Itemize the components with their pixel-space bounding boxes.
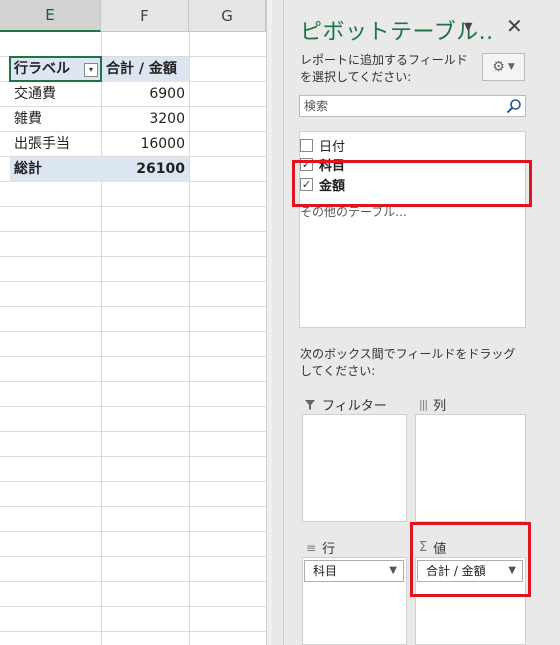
highlight-annotation-rect <box>410 522 531 597</box>
tools-gear-button[interactable]: ⚙ ▼ <box>482 53 525 81</box>
pivot-row-label[interactable]: 交通費 <box>10 82 100 107</box>
gridline <box>0 431 266 432</box>
pane-splitter[interactable] <box>283 0 284 645</box>
gridline <box>0 606 266 607</box>
row-field-label: 科目 <box>313 564 338 578</box>
pane-description: レポートに追加するフィールドを選択してください: <box>300 53 468 84</box>
area-label: 列 <box>433 399 447 414</box>
filter-icon <box>305 399 315 410</box>
pivot-row-value[interactable]: 16000 <box>102 132 189 157</box>
gridline <box>0 506 266 507</box>
pane-options-dropdown-icon[interactable]: ▼ <box>464 20 472 33</box>
highlight-annotation-rect <box>292 160 532 207</box>
gridline <box>0 631 266 632</box>
chevron-down-icon[interactable]: ▼ <box>389 561 397 581</box>
search-icon[interactable] <box>506 98 522 114</box>
gridline <box>0 406 266 407</box>
gridline <box>0 281 266 282</box>
gridline <box>0 581 266 582</box>
pivot-total-label[interactable]: 総計 <box>10 157 101 182</box>
gridline <box>0 556 266 557</box>
pivot-row-value[interactable]: 6900 <box>102 82 189 107</box>
rows-icon: ≡ <box>306 540 317 555</box>
column-header-f[interactable]: F <box>101 0 189 32</box>
columns-icon: ||| <box>419 398 428 411</box>
gridline <box>0 306 266 307</box>
area-label: 行 <box>322 542 336 557</box>
column-header-e[interactable]: E <box>0 0 101 32</box>
gridline <box>0 356 266 357</box>
area-header-rows: ≡ 行 <box>306 538 336 558</box>
area-header-columns: ||| 列 <box>419 395 446 414</box>
field-label: 日付 <box>319 140 346 155</box>
pivot-row-label[interactable]: 出張手当 <box>10 132 100 157</box>
gridline <box>0 481 266 482</box>
gridline <box>0 531 266 532</box>
area-label: フィルター <box>322 399 387 414</box>
gridline <box>0 381 266 382</box>
pivot-row-label[interactable]: 雑費 <box>10 107 100 132</box>
gridline <box>0 231 266 232</box>
more-tables-link[interactable]: その他のテーブル... <box>300 203 407 220</box>
gridline <box>0 456 266 457</box>
close-icon[interactable]: ✕ <box>506 14 523 38</box>
gridline <box>189 32 190 645</box>
gridline <box>0 256 266 257</box>
chevron-down-icon: ▼ <box>507 62 515 72</box>
column-header-g[interactable]: G <box>189 0 266 32</box>
pivot-row-value[interactable]: 3200 <box>102 107 189 132</box>
area-header-filters: フィルター <box>304 395 387 414</box>
gridline <box>0 206 266 207</box>
field-item-date[interactable]: 日付 <box>300 136 345 155</box>
selected-cell-outline <box>9 56 102 82</box>
pivot-total-value[interactable]: 26100 <box>101 157 189 182</box>
gear-icon: ⚙ <box>492 59 505 75</box>
drag-instruction: 次のボックス間でフィールドをドラッグしてください: <box>300 347 516 378</box>
spreadsheet-grid[interactable]: E F G 行ラベル ▾ 合計 / 金額 交通費 6900 雑費 3200 出張… <box>0 0 272 645</box>
columns-drop-area[interactable] <box>415 414 526 522</box>
row-field-item[interactable]: 科目 ▼ <box>304 560 404 582</box>
field-search-input[interactable]: 検索 <box>299 95 526 117</box>
filters-drop-area[interactable] <box>302 414 407 522</box>
search-placeholder: 検索 <box>304 99 329 113</box>
pivot-value-header[interactable]: 合計 / 金額 <box>102 57 189 82</box>
gridline <box>0 331 266 332</box>
checkbox-unchecked[interactable] <box>300 139 313 152</box>
